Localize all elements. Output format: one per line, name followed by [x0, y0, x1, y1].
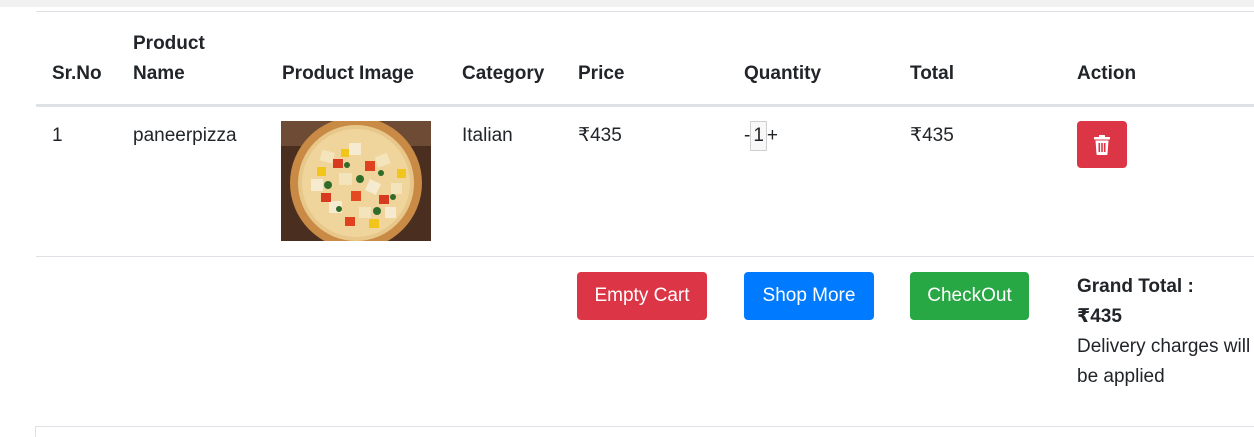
pizza-image-svg [281, 121, 431, 241]
top-strip [0, 0, 1254, 7]
table-header: Sr.No Product Name Product Image Categor… [36, 12, 1254, 107]
delete-item-button[interactable] [1077, 121, 1127, 168]
quantity-increment-button[interactable]: + [767, 125, 778, 146]
header-category: Category [462, 63, 545, 84]
quantity-stepper: -1 + [744, 121, 778, 151]
delivery-note: Delivery charges will be applied [1077, 336, 1251, 387]
table-bottom-border [36, 426, 1254, 427]
header-srno: Sr.No [52, 63, 102, 84]
trash-icon [1094, 134, 1110, 155]
header-product-name: Product Name [133, 33, 205, 84]
shop-more-button[interactable]: Shop More [744, 272, 874, 320]
header-total: Total [910, 63, 954, 84]
quantity-value[interactable]: 1 [750, 121, 767, 151]
header-product-image: Product Image [282, 63, 414, 84]
table-row: 1 paneerpizza Italian ₹435 - 1 + ₹435 [36, 107, 1254, 257]
cart-table: Sr.No Product Name Product Image Categor… [36, 12, 1254, 426]
header-price: Price [578, 63, 625, 84]
checkout-button[interactable]: CheckOut [910, 272, 1029, 320]
header-action: Action [1077, 63, 1137, 84]
empty-cart-button[interactable]: Empty Cart [577, 272, 707, 320]
grand-total-label: Grand Total : [1077, 276, 1194, 297]
pizza-photo [281, 121, 431, 241]
row-price: ₹435 [578, 125, 622, 146]
row-total: ₹435 [910, 125, 954, 146]
header-quantity: Quantity [744, 63, 822, 84]
row-product-name: paneerpizza [133, 125, 237, 146]
row-category: Italian [462, 125, 513, 146]
grand-total-block: Grand Total : ₹435 Delivery charges will… [1077, 272, 1252, 392]
row-srno: 1 [52, 125, 63, 146]
grand-total-value: ₹435 [1077, 306, 1122, 327]
table-bottom-left-border [35, 426, 36, 437]
cart-footer: Empty Cart Shop More CheckOut Grand Tota… [36, 257, 1254, 426]
